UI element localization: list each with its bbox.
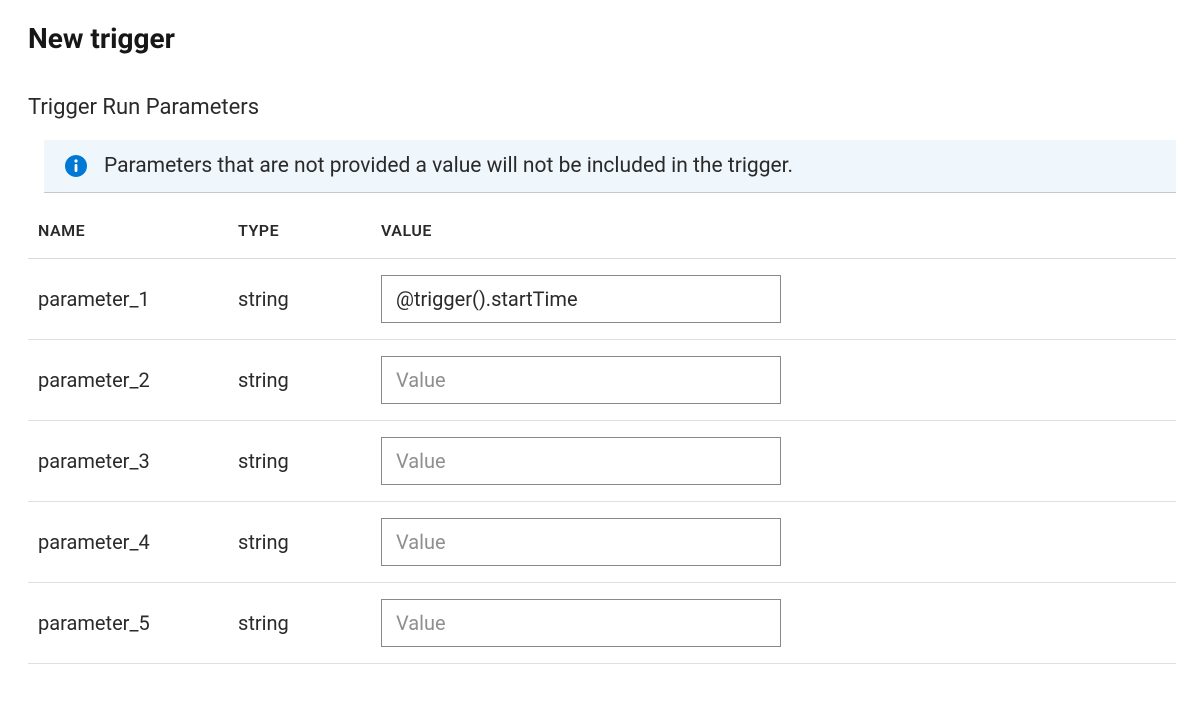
- table-row: parameter_1 string: [28, 259, 1176, 340]
- page-title: New trigger: [28, 22, 1176, 55]
- param-value-input[interactable]: [381, 437, 781, 485]
- param-name: parameter_2: [38, 368, 238, 392]
- param-name: parameter_3: [38, 449, 238, 473]
- param-type: string: [238, 287, 381, 311]
- table-header: NAME TYPE VALUE: [28, 193, 1176, 259]
- param-type: string: [238, 611, 381, 635]
- param-name: parameter_1: [38, 287, 238, 311]
- info-banner: Parameters that are not provided a value…: [44, 140, 1176, 193]
- param-value-input[interactable]: [381, 518, 781, 566]
- header-type: TYPE: [238, 221, 381, 240]
- info-banner-text: Parameters that are not provided a value…: [104, 154, 793, 178]
- param-value-input[interactable]: [381, 599, 781, 647]
- table-row: parameter_3 string: [28, 421, 1176, 502]
- header-value: VALUE: [381, 221, 1176, 240]
- param-type: string: [238, 530, 381, 554]
- param-type: string: [238, 449, 381, 473]
- param-name: parameter_5: [38, 611, 238, 635]
- param-value-input[interactable]: [381, 356, 781, 404]
- info-icon: [64, 154, 88, 178]
- parameters-table: NAME TYPE VALUE parameter_1 string param…: [28, 193, 1176, 664]
- param-value-input[interactable]: [381, 275, 781, 323]
- table-row: parameter_2 string: [28, 340, 1176, 421]
- param-name: parameter_4: [38, 530, 238, 554]
- param-type: string: [238, 368, 381, 392]
- table-row: parameter_5 string: [28, 583, 1176, 664]
- table-row: parameter_4 string: [28, 502, 1176, 583]
- header-name: NAME: [38, 221, 238, 240]
- section-title: Trigger Run Parameters: [28, 95, 1176, 120]
